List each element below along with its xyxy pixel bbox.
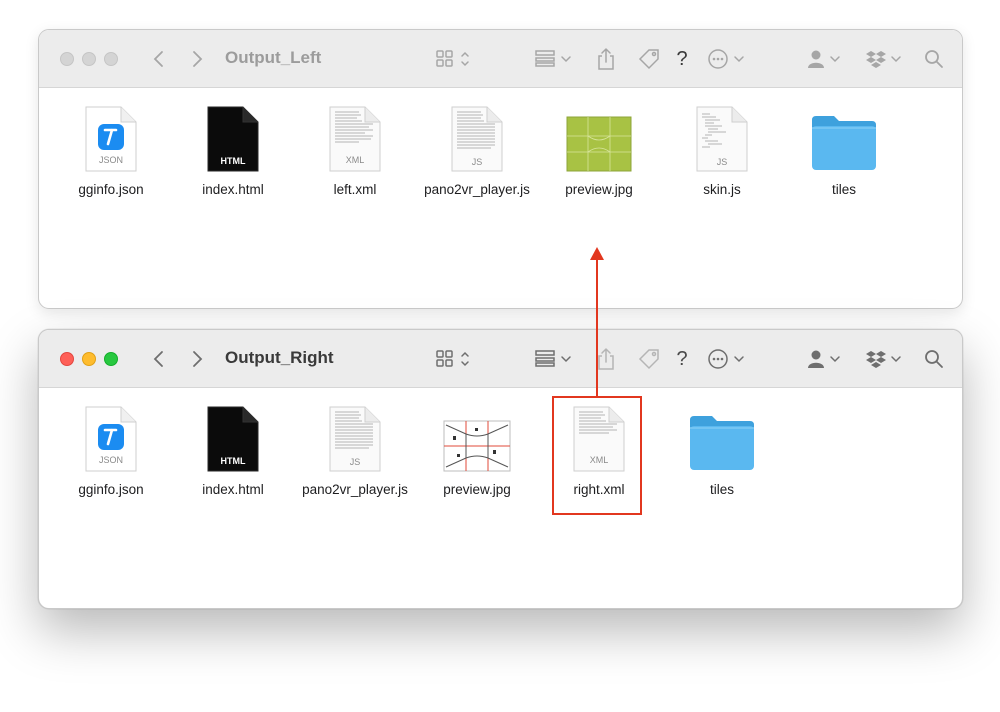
- image-preview-thumbnail: [407, 402, 547, 472]
- minimize-button[interactable]: [82, 52, 96, 66]
- share-icon[interactable]: [595, 347, 617, 371]
- finder-window-output-left: Output_Left ? JSON gginfo.json HTML inde…: [38, 29, 963, 309]
- file-item[interactable]: JSON gginfo.json: [41, 102, 181, 197]
- group-icon[interactable]: [534, 47, 576, 71]
- forward-icon[interactable]: [187, 47, 207, 71]
- file-item[interactable]: JS skin.js: [652, 102, 792, 197]
- file-type-tag: JS: [717, 157, 728, 167]
- file-type-tag: HTML: [221, 156, 246, 166]
- user-icon[interactable]: [805, 47, 845, 71]
- back-icon[interactable]: [149, 47, 169, 71]
- file-item[interactable]: tiles: [652, 402, 792, 497]
- group-icon[interactable]: [534, 347, 576, 371]
- js-file-icon: JS: [285, 402, 425, 472]
- more-icon[interactable]: [707, 347, 747, 371]
- help-icon[interactable]: ?: [674, 347, 690, 371]
- toolbar: Output_Right ?: [39, 330, 962, 388]
- file-type-tag: HTML: [221, 456, 246, 466]
- file-name: tiles: [831, 182, 856, 197]
- more-icon[interactable]: [707, 47, 747, 71]
- file-item[interactable]: JS pano2vr_player.js: [285, 402, 425, 497]
- finder-window-output-right: Output_Right ? JSON gginfo.json HTML ind…: [38, 329, 963, 609]
- file-type-tag: JSON: [99, 455, 123, 465]
- close-button[interactable]: [60, 52, 74, 66]
- file-name: skin.js: [703, 182, 741, 197]
- file-name: pano2vr_player.js: [424, 182, 530, 197]
- file-name: preview.jpg: [565, 182, 633, 197]
- file-item[interactable]: tiles: [774, 102, 914, 197]
- window-controls: [60, 52, 118, 66]
- file-type-tag: JS: [472, 157, 483, 167]
- tag-icon[interactable]: [637, 347, 661, 371]
- window-controls: [60, 352, 118, 366]
- help-icon[interactable]: ?: [674, 47, 690, 71]
- file-name: tiles: [709, 482, 734, 497]
- search-icon[interactable]: [923, 47, 945, 71]
- js-file-icon: JS: [652, 102, 792, 172]
- file-name: gginfo.json: [78, 482, 144, 497]
- forward-icon[interactable]: [187, 347, 207, 371]
- view-grid-icon[interactable]: [435, 47, 475, 71]
- file-item[interactable]: preview.jpg: [529, 102, 669, 197]
- file-name: index.html: [202, 182, 264, 197]
- html-file-icon: HTML: [163, 102, 303, 172]
- tag-icon[interactable]: [637, 47, 661, 71]
- html-file-icon: HTML: [163, 402, 303, 472]
- file-grid: JSON gginfo.json HTML index.html: [39, 88, 962, 308]
- view-grid-icon[interactable]: [435, 347, 475, 371]
- xml-file-icon: XML: [285, 102, 425, 172]
- window-title: Output_Right: [225, 348, 334, 367]
- file-grid: JSON gginfo.json HTML index.html: [39, 388, 962, 608]
- file-item[interactable]: HTML index.html: [163, 402, 303, 497]
- user-icon[interactable]: [805, 347, 845, 371]
- folder-icon: [652, 402, 792, 472]
- file-item[interactable]: HTML index.html: [163, 102, 303, 197]
- js-file-icon: JS: [407, 102, 547, 172]
- dropbox-icon[interactable]: [865, 47, 905, 71]
- file-type-tag: XML: [346, 155, 365, 165]
- image-preview-thumbnail: [529, 102, 669, 172]
- file-item[interactable]: preview.jpg: [407, 402, 547, 497]
- zoom-button[interactable]: [104, 352, 118, 366]
- share-icon[interactable]: [595, 47, 617, 71]
- folder-icon: [774, 102, 914, 172]
- file-name: gginfo.json: [78, 182, 144, 197]
- file-name: left.xml: [333, 182, 377, 197]
- zoom-button[interactable]: [104, 52, 118, 66]
- window-title: Output_Left: [225, 48, 322, 67]
- file-item[interactable]: JSON gginfo.json: [41, 402, 181, 497]
- annotation-arrow-head: [590, 247, 604, 260]
- toolbar: Output_Left ?: [39, 30, 962, 88]
- file-item[interactable]: JS pano2vr_player.js: [407, 102, 547, 197]
- file-name: pano2vr_player.js: [302, 482, 408, 497]
- annotation-arrow-line: [596, 258, 598, 396]
- minimize-button[interactable]: [82, 352, 96, 366]
- file-name: index.html: [202, 482, 264, 497]
- file-type-tag: JS: [350, 457, 361, 467]
- file-item[interactable]: XML left.xml: [285, 102, 425, 197]
- close-button[interactable]: [60, 352, 74, 366]
- json-file-icon: JSON: [41, 402, 181, 472]
- back-icon[interactable]: [149, 347, 169, 371]
- file-type-tag: JSON: [99, 155, 123, 165]
- search-icon[interactable]: [923, 347, 945, 371]
- dropbox-icon[interactable]: [865, 347, 905, 371]
- selection-highlight-box: [552, 396, 642, 515]
- json-file-icon: JSON: [41, 102, 181, 172]
- file-name: preview.jpg: [443, 482, 511, 497]
